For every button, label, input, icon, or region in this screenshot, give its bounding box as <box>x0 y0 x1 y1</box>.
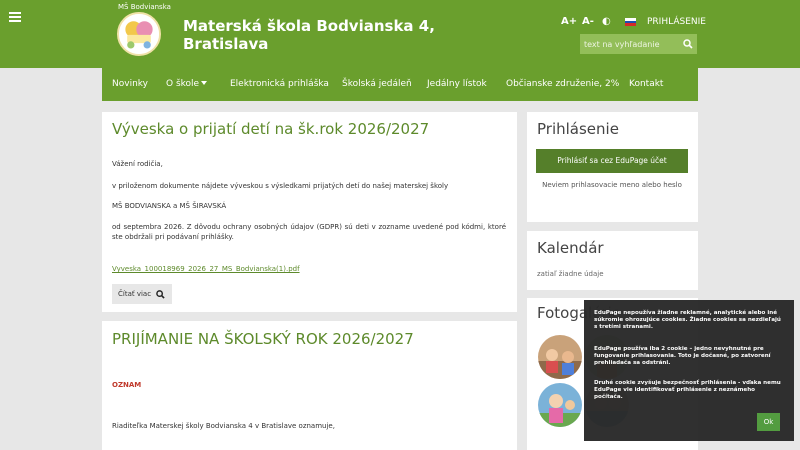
hamburger-menu-icon[interactable] <box>9 12 21 22</box>
nav-item-obcianske-zdruzenie[interactable]: Občianske združenie, 2% <box>506 79 619 89</box>
login-link[interactable]: PRIHLÁSENIE <box>647 17 706 27</box>
school-logo[interactable] <box>117 12 161 56</box>
nav-item-label: O škole <box>166 79 200 89</box>
site-title[interactable]: Materská škola Bodvianska 4, Bratislava <box>183 17 443 53</box>
calendar-empty-text: zatiaľ žiadne údaje <box>537 270 604 278</box>
article-paragraph: v priloženom dokumente nájdete výveskou … <box>112 182 449 190</box>
article-paragraph: Riaditeľka Materskej školy Bodvianska 4 … <box>112 422 335 430</box>
read-more-button[interactable]: Čítať viac <box>112 284 172 304</box>
nav-item-kontakt[interactable]: Kontakt <box>629 79 663 89</box>
cookie-text: Druhé cookie zvyšuje bezpečnosť prihláse… <box>594 380 781 400</box>
calendar-panel: Kalendár zatiaľ žiadne údaje <box>527 231 698 290</box>
gallery-thumbnail-image <box>538 383 582 427</box>
cookie-banner: EduPage nepoužíva žiadne reklamné, analy… <box>584 300 794 441</box>
read-more-label: Čítať viac <box>118 290 152 298</box>
cookie-text: EduPage používa iba 2 cookie – jedno nev… <box>594 346 771 366</box>
logo-caption: MŠ Bodvianska <box>118 3 171 11</box>
article-title[interactable]: PRIJÍMANIE NA ŠKOLSKÝ ROK 2026/2027 <box>112 330 414 348</box>
main-nav: Novinky O škole Elektronická prihláška Š… <box>102 68 698 101</box>
article-title[interactable]: Výveska o prijatí detí na šk.rok 2026/20… <box>112 120 429 138</box>
edupage-login-button[interactable]: Prihlásiť sa cez EduPage účet <box>536 149 688 173</box>
article-paragraph: MŠ BODVIANSKA a MŠ ŠIRAVSKÁ <box>112 202 227 210</box>
cookie-ok-button[interactable]: Ok <box>757 413 780 431</box>
forgot-credentials-link[interactable]: Neviem prihlasovacie meno alebo heslo <box>537 180 687 191</box>
contrast-toggle-icon[interactable]: ◐ <box>602 16 611 27</box>
caret-down-icon <box>201 81 208 85</box>
cookie-text: EduPage nepoužíva žiadne reklamné, analy… <box>594 310 781 330</box>
article-label: OZNAM <box>112 381 142 389</box>
gallery-thumbnail-image <box>538 335 582 379</box>
nav-item-novinky[interactable]: Novinky <box>112 79 148 89</box>
search-box <box>580 34 697 54</box>
article-paragraph: od septembra 2026. Z dôvodu ochrany osob… <box>112 223 506 241</box>
search-icon <box>156 290 165 299</box>
calendar-title[interactable]: Kalendár <box>537 239 604 257</box>
nav-item-jedalny-listok[interactable]: Jedálny lístok <box>427 79 487 89</box>
article-card: PRIJÍMANIE NA ŠKOLSKÝ ROK 2026/2027 OZNA… <box>102 321 517 450</box>
article-paragraph: Vážení rodičia, <box>112 160 163 168</box>
search-icon[interactable] <box>683 39 693 49</box>
font-larger-button[interactable]: A+ <box>561 16 577 27</box>
article-card: Výveska o prijatí detí na šk.rok 2026/20… <box>102 112 517 312</box>
gallery-thumbnail[interactable] <box>538 335 582 379</box>
slovak-flag-icon[interactable] <box>625 18 636 26</box>
login-panel: Prihlásenie Prihlásiť sa cez EduPage úče… <box>527 112 698 222</box>
login-panel-title: Prihlásenie <box>537 120 619 138</box>
nav-item-prihlaska[interactable]: Elektronická prihláška <box>230 79 329 89</box>
attachment-link[interactable]: Vyveska_100018969_2026_27_MS_Bodvianska(… <box>112 265 300 273</box>
nav-item-jedalen[interactable]: Školská jedáleň <box>342 79 412 89</box>
gallery-thumbnail[interactable] <box>538 383 582 427</box>
search-input[interactable] <box>580 34 680 54</box>
font-smaller-button[interactable]: A- <box>582 16 594 27</box>
site-header: MŠ Bodvianska Materská škola Bodvianska … <box>0 0 800 68</box>
nav-item-o-skole[interactable]: O škole <box>166 79 208 89</box>
logo-image <box>119 14 159 54</box>
